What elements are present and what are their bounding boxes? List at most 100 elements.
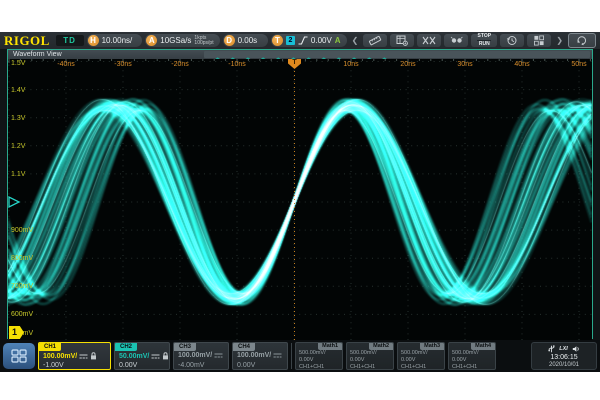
lock-icon: [90, 352, 97, 360]
math2-tab: Math2: [369, 343, 393, 350]
math1-scale: 500.00mV/: [299, 350, 326, 356]
measure-results-button[interactable]: [390, 34, 414, 47]
run-label: RUN: [479, 42, 490, 47]
expand-right-chevron[interactable]: ❯: [554, 32, 565, 49]
measure-button[interactable]: [417, 34, 441, 47]
math3-tab: Math3: [420, 343, 444, 350]
stop-run-button[interactable]: STOP RUN: [471, 34, 497, 47]
channel-math-divider: [291, 343, 292, 369]
math-card-math4[interactable]: Math4 500.00mV/ 0.00V CH1+CH1: [448, 342, 496, 370]
dual-markers-icon: [450, 36, 463, 45]
lock-icon: [162, 352, 169, 360]
math4-offset: 0.00V: [452, 357, 466, 363]
oscilloscope-screen: RIGOL TD H 10.00ns/ A 10GSa/s 1kpts 100p…: [0, 32, 600, 372]
waveform-view-title: Waveform View: [13, 51, 62, 58]
acquisition-button[interactable]: A 10GSa/s 1kpts 100ps/pt: [145, 34, 219, 47]
x-tick-label: 10ns: [343, 61, 358, 68]
screenshot-stage: RIGOL TD H 10.00ns/ A 10GSa/s 1kpts 100p…: [0, 0, 600, 400]
trigger-source-badge: 2: [286, 36, 295, 45]
dc-coupling-icon: [273, 352, 282, 359]
math3-scale: 500.00mV/: [401, 350, 428, 356]
y-tick-label: 600mV: [11, 311, 33, 318]
waveform-view-titlebar[interactable]: Waveform View: [8, 50, 592, 59]
windows-2x2-icon: [11, 349, 27, 363]
refresh-button[interactable]: [568, 33, 596, 48]
channel-card-ch2[interactable]: CH2 50.00mV/ 0.00V: [114, 342, 170, 370]
x-tick-label: -20ns: [171, 61, 189, 68]
system-time: 13:06:15: [550, 354, 577, 361]
speaker-icon: [572, 345, 580, 353]
refresh-circular-arrows-icon: [576, 35, 588, 46]
graticule-area[interactable]: -40ns-30ns-20ns-10ns010ns20ns30ns40ns50n…: [8, 59, 592, 340]
math3-offset: 0.00V: [401, 357, 415, 363]
y-tick-label: 800mV: [11, 255, 33, 262]
y-tick-label: 1.1V: [11, 171, 25, 178]
cursor-ruler-button[interactable]: [363, 34, 387, 47]
y-tick-label: 1.5V: [11, 60, 25, 67]
ch3-offset: -4.00mV: [178, 362, 204, 369]
multi-window-menu-button[interactable]: [527, 34, 551, 47]
ch2-offset: 0.00V: [119, 362, 137, 369]
channel-card-ch3[interactable]: CH3 100.00mV/ -4.00mV: [173, 342, 229, 370]
y-tick-label: 1.4V: [11, 87, 25, 94]
math2-expression: CH1+CH1: [350, 364, 375, 370]
channel-card-ch4[interactable]: CH4 100.00mV/ 0.00V: [232, 342, 288, 370]
waveform-overview-strip[interactable]: [204, 51, 590, 58]
math1-expression: CH1+CH1: [299, 364, 324, 370]
trigger-position-line: [294, 59, 295, 340]
trigger-button[interactable]: T 2 0.00V A: [271, 34, 347, 47]
rising-edge-slope-icon: [298, 36, 308, 45]
a-key-icon[interactable]: A: [146, 35, 157, 46]
persistence-waveform-canvas[interactable]: [8, 59, 592, 340]
x-tick-label: -40ns: [57, 61, 75, 68]
system-clock-panel[interactable]: LXI 13:06:15 2020/10/01: [531, 342, 597, 370]
ch3-tab: CH3: [174, 343, 196, 351]
stop-label: STOP: [478, 34, 492, 39]
ch4-tab: CH4: [233, 343, 255, 351]
math2-offset: 0.00V: [350, 357, 364, 363]
waveform-view-window: Waveform View -40ns-30ns-20ns-10ns010ns2…: [7, 49, 593, 339]
dc-coupling-icon: [79, 353, 88, 360]
math-card-math3[interactable]: Math3 500.00mV/ 0.00V CH1+CH1: [397, 342, 445, 370]
ch4-scale: 100.00mV/: [237, 352, 271, 359]
lxi-badge: LXI: [559, 346, 568, 352]
math4-expression: CH1+CH1: [452, 364, 477, 370]
horizontal-scale-value: 10.00ns/: [102, 36, 133, 45]
split-window-button[interactable]: [3, 343, 35, 369]
math4-tab: Math4: [471, 343, 495, 350]
trigger-level-value: 0.00V: [311, 36, 332, 45]
y-tick-label: 900mV: [11, 227, 33, 234]
ruler-icon: [368, 35, 382, 46]
trigger-status-badge: TD: [56, 35, 84, 46]
t-key-icon[interactable]: T: [272, 35, 283, 46]
ch1-offset: -1.00V: [43, 362, 64, 369]
measure-xx-icon: [422, 36, 436, 45]
collapse-left-chevron[interactable]: ❮: [350, 32, 361, 49]
sample-rate-value: 10GSa/s: [160, 36, 191, 45]
h-key-icon[interactable]: H: [88, 35, 99, 46]
ch1-tab: CH1: [39, 343, 61, 351]
math1-offset: 0.00V: [299, 357, 313, 363]
history-button[interactable]: [500, 34, 524, 47]
ch4-offset: 0.00V: [237, 362, 255, 369]
d-key-icon[interactable]: D: [224, 35, 235, 46]
math-card-math2[interactable]: Math2 500.00mV/ 0.00V CH1+CH1: [346, 342, 394, 370]
delay-button[interactable]: D 0.00s: [223, 34, 268, 47]
math-card-math1[interactable]: Math1 500.00mV/ 0.00V CH1+CH1: [295, 342, 343, 370]
history-clock-icon: [506, 35, 518, 46]
channel-card-ch1[interactable]: CH1 100.00mV/ -1.00V: [38, 342, 111, 370]
horizontal-scale-button[interactable]: H 10.00ns/: [87, 34, 143, 47]
rigol-logo: RIGOL: [4, 33, 53, 48]
x-tick-label: 30ns: [457, 61, 472, 68]
x-tick-label: 40ns: [514, 61, 529, 68]
math3-expression: CH1+CH1: [401, 364, 426, 370]
results-table-icon: [396, 35, 408, 46]
math1-tab: Math1: [318, 343, 342, 350]
ch3-scale: 100.00mV/: [178, 352, 212, 359]
ch2-trigger-level-marker[interactable]: [8, 195, 21, 209]
y-tick-label: 1.2V: [11, 143, 25, 150]
dc-coupling-icon: [214, 352, 223, 359]
ch2-scale: 50.00mV/: [119, 353, 149, 360]
top-toolbar: RIGOL TD H 10.00ns/ A 10GSa/s 1kpts 100p…: [0, 32, 600, 49]
search-events-button[interactable]: [444, 34, 468, 47]
